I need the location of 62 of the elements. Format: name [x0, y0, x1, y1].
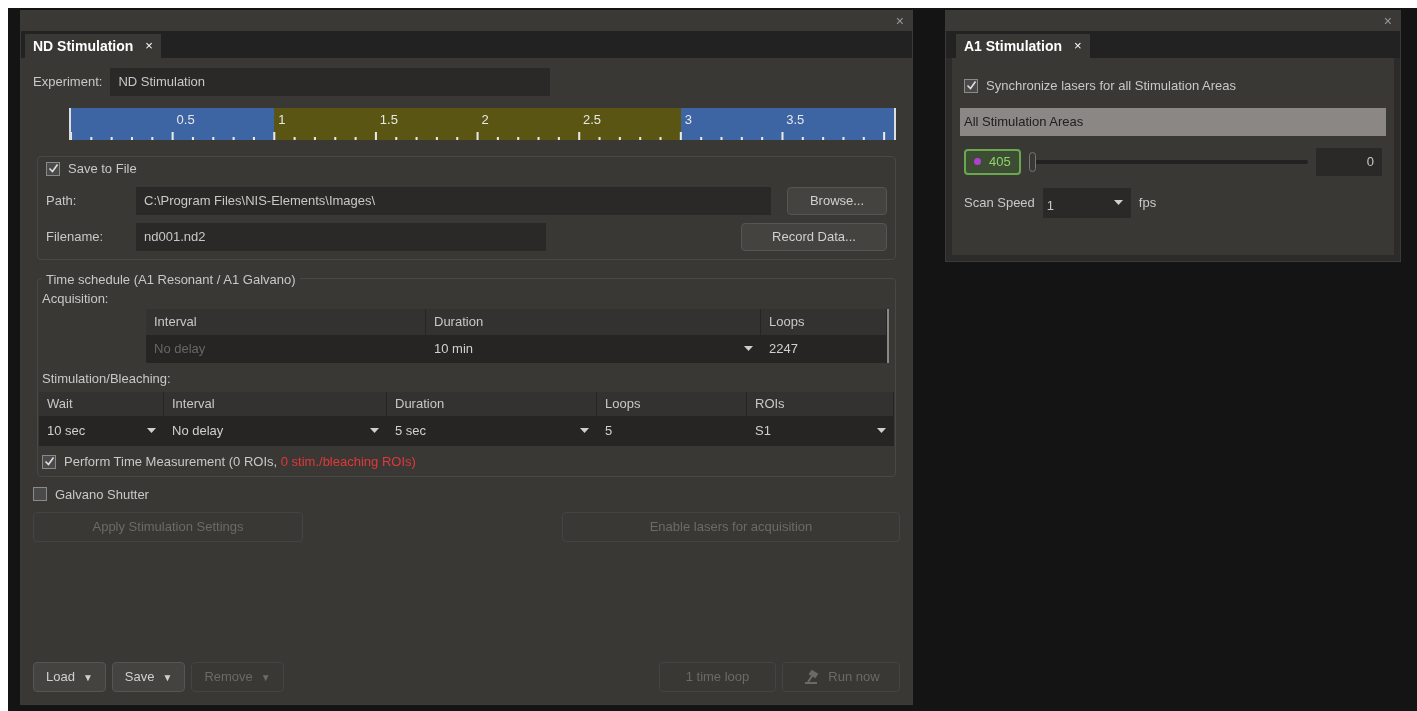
laser-toggle-button[interactable]: 405 — [964, 148, 1021, 175]
column-header: Wait — [39, 392, 164, 416]
ruler-label: 0.5 — [176, 111, 195, 129]
column-header: Duration — [387, 392, 597, 416]
experiment-label: Experiment: — [33, 73, 103, 92]
browse-button[interactable]: Browse... — [787, 186, 887, 215]
panel-tab[interactable]: ND Stimulation × — [25, 34, 161, 58]
column-header: Duration — [426, 308, 761, 335]
table-cell[interactable]: S1 — [747, 416, 894, 446]
tab-close-button[interactable]: × — [1074, 36, 1082, 56]
table-cell[interactable]: 5 sec — [387, 416, 597, 446]
record-data-button[interactable]: Record Data... — [741, 222, 887, 251]
ruler-label: 1 — [278, 111, 286, 129]
dropdown-arrow-icon[interactable] — [877, 428, 886, 434]
table-cell[interactable]: No delay — [164, 416, 387, 446]
laser-power-field[interactable]: 0 — [1316, 147, 1382, 176]
column-header: Loops — [761, 308, 887, 335]
close-button[interactable]: × — [895, 10, 904, 32]
panel-tab[interactable]: A1 Stimulation × — [956, 34, 1090, 58]
dropdown-arrow-icon[interactable] — [370, 428, 379, 434]
column-header: ROIs — [747, 392, 894, 416]
sync-lasers-label: Synchronize lasers for all Stimulation Areas — [986, 77, 1236, 95]
dropdown-button[interactable]: Load ▼ — [33, 662, 106, 692]
table-cell[interactable]: 10 sec — [39, 416, 164, 446]
tab-close-button[interactable]: × — [145, 36, 153, 56]
sync-checkbox[interactable] — [964, 78, 978, 93]
scan-speed-label: Scan Speed — [964, 193, 1035, 212]
dropdown-arrow-icon[interactable] — [1113, 199, 1123, 206]
measure-label: Perform Time Measurement (0 ROIs, 0 stim./bleaching ROIs) — [64, 453, 416, 471]
dropdown-arrow-icon[interactable] — [147, 428, 156, 434]
ruler-label: 2.5 — [583, 111, 602, 129]
save-checkbox[interactable] — [46, 161, 60, 176]
close-button[interactable]: × — [1383, 10, 1392, 32]
acquisition-label: Acquisition: — [41, 290, 110, 308]
stimulation-areas-header: All Stimulation Areas — [960, 107, 1386, 136]
column-header: Interval — [146, 308, 426, 335]
galvano-shutter-label: Galvano Shutter — [55, 485, 149, 504]
laser-power-slider[interactable] — [1028, 150, 1308, 173]
experiment-field[interactable]: ND Stimulation — [110, 68, 551, 96]
path-field[interactable]: C:\Program Files\NIS-Elements\Images\ — [136, 186, 771, 215]
save-to-file-label: Save to File — [68, 160, 137, 178]
path-label: Path: — [46, 191, 78, 210]
table-cell[interactable]: 2247 — [761, 334, 887, 363]
galvano-checkbox[interactable] — [33, 487, 47, 502]
ruler-label: 2 — [481, 111, 489, 129]
scan-speed-dropdown[interactable]: 1 — [1042, 187, 1131, 218]
measure-checkbox[interactable] — [42, 454, 56, 469]
column-header: Interval — [164, 392, 387, 416]
column-header: Loops — [597, 392, 747, 416]
filename-label: Filename: — [46, 227, 105, 246]
ruler-label: 3 — [684, 111, 692, 129]
fps-label: fps — [1138, 193, 1157, 212]
ruler-label: 3.5 — [786, 111, 805, 129]
dropdown-arrow-icon[interactable] — [580, 428, 589, 434]
table-cell[interactable]: 5 — [597, 416, 747, 446]
ruler-label: 1.5 — [379, 111, 398, 129]
table-cell[interactable]: 10 min — [426, 334, 761, 363]
dropdown-arrow-icon[interactable] — [744, 345, 753, 352]
filename-field[interactable]: nd001.nd2 — [136, 222, 546, 251]
stimulation-label: Stimulation/Bleaching: — [41, 369, 172, 388]
dropdown-button[interactable]: Save ▼ — [111, 662, 186, 692]
slider-thumb[interactable] — [1028, 151, 1036, 172]
